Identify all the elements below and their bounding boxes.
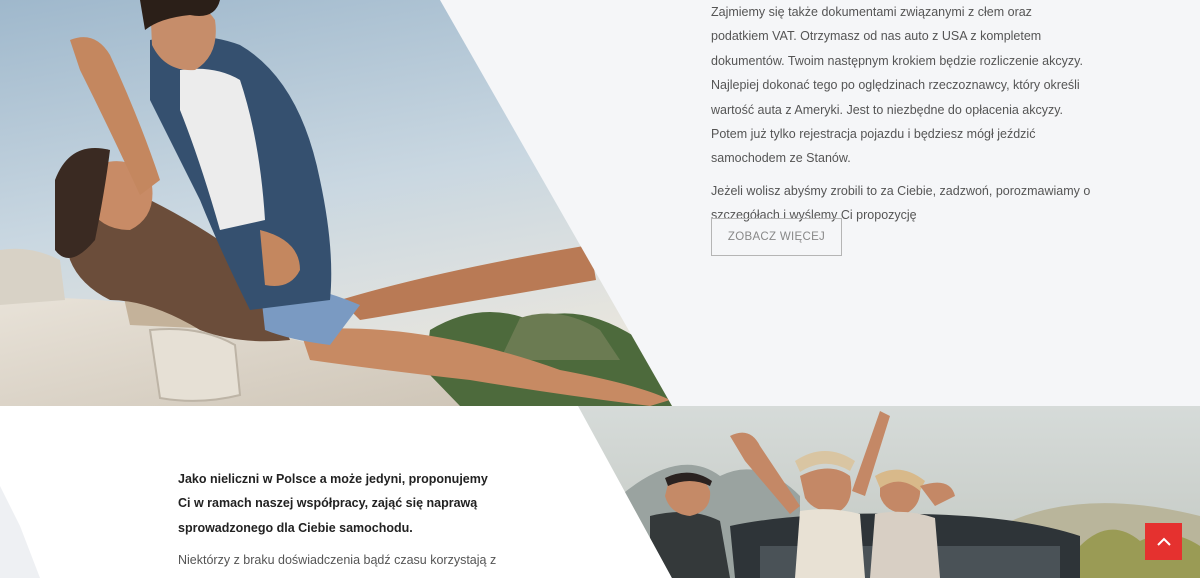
see-more-button[interactable]: ZOBACZ WIĘCEJ [711, 218, 842, 256]
top-paragraph-1: Zajmiemy się także dokumentami związanym… [711, 5, 1083, 166]
top-section: Zajmiemy się także dokumentami związanym… [0, 0, 1200, 406]
bottom-text-block: Jako nieliczni w Polsce a może jedyni, p… [178, 467, 503, 578]
bottom-lead: Jako nieliczni w Polsce a może jedyni, p… [178, 472, 488, 535]
bottom-paragraph: Niektórzy z braku doświadczenia bądź cza… [178, 553, 497, 568]
scroll-to-top-button[interactable] [1145, 523, 1182, 560]
top-text-block: Zajmiemy się także dokumentami związanym… [711, 0, 1091, 236]
bottom-section: Jako nieliczni w Polsce a może jedyni, p… [0, 406, 1200, 578]
chevron-up-icon [1156, 534, 1171, 549]
